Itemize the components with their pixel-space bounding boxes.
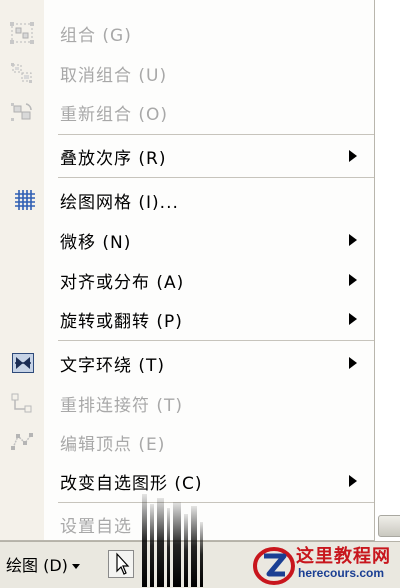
menu-item-text-wrapping[interactable]: 文字环绕 (T) [0,344,374,382]
menu-item-label: 改变自选图形 (C) [60,474,203,494]
reroute-connectors-icon [11,393,32,413]
menu-item-label: 重排连接符 (T) [60,396,184,416]
menu-item-align-distribute[interactable]: 对齐或分布 (A) [0,261,374,299]
grid-icon [15,190,35,210]
menu-item-label: 设置自选 [60,517,132,537]
submenu-arrow-icon [349,234,357,246]
menu-item-label: 文字环绕 (T) [60,356,166,376]
chevron-down-icon [71,564,80,569]
menu-item-regroup[interactable]: 重新组合 (O) [0,93,374,131]
draw-context-menu: 组合 (G) 取消组合 (U) 重新组合 (O) 叠放次序 (R) 绘图网格 (… [0,0,375,541]
text-wrap-icon [12,353,34,373]
pointer-arrow-icon [116,552,130,575]
scan-artifact-stripes [142,494,203,587]
menu-item-label: 叠放次序 (R) [60,149,167,169]
edit-points-icon [11,433,33,450]
submenu-arrow-icon [349,357,357,369]
menu-item-label: 微移 (N) [60,233,132,253]
background-window-edge [378,515,400,537]
menu-item-label: 重新组合 (O) [60,105,169,125]
draw-menu-label: 绘图 (D) [6,556,68,575]
menu-item-edit-points[interactable]: 编辑顶点 (E) [0,423,374,461]
ungroup-icon [11,63,32,83]
menu-item-rotate-flip[interactable]: 旋转或翻转 (P) [0,300,374,338]
submenu-arrow-icon [349,475,357,487]
menu-item-label: 绘图网格 (I)... [60,193,179,213]
menu-separator [58,340,374,341]
menu-item-reroute-connectors[interactable]: 重排连接符 (T) [0,384,374,422]
site-watermark: 这里教程网 herecours.com [252,540,400,587]
menu-separator [58,134,374,135]
group-icon [10,22,34,44]
menu-item-label: 组合 (G) [60,26,132,46]
submenu-arrow-icon [349,313,357,325]
menu-item-ungroup[interactable]: 取消组合 (U) [0,54,374,92]
submenu-arrow-icon [349,274,357,286]
menu-separator [58,177,374,178]
menu-item-drawing-grid[interactable]: 绘图网格 (I)... [0,181,374,219]
draw-menu-button[interactable]: 绘图 (D) [6,552,80,576]
menu-item-group[interactable]: 组合 (G) [0,14,374,52]
regroup-icon [11,103,32,121]
submenu-arrow-icon [349,150,357,162]
menu-item-label: 取消组合 (U) [60,66,168,86]
menu-item-label: 编辑顶点 (E) [60,435,166,455]
menu-item-label: 对齐或分布 (A) [60,273,185,293]
watermark-title: 这里教程网 [296,546,391,567]
watermark-url: herecours.com [298,566,385,580]
menu-item-order[interactable]: 叠放次序 (R) [0,137,374,175]
menu-item-label: 旋转或翻转 (P) [60,312,183,332]
menu-item-nudge[interactable]: 微移 (N) [0,221,374,259]
select-objects-button[interactable] [108,550,134,578]
z-logo-icon [253,547,295,585]
